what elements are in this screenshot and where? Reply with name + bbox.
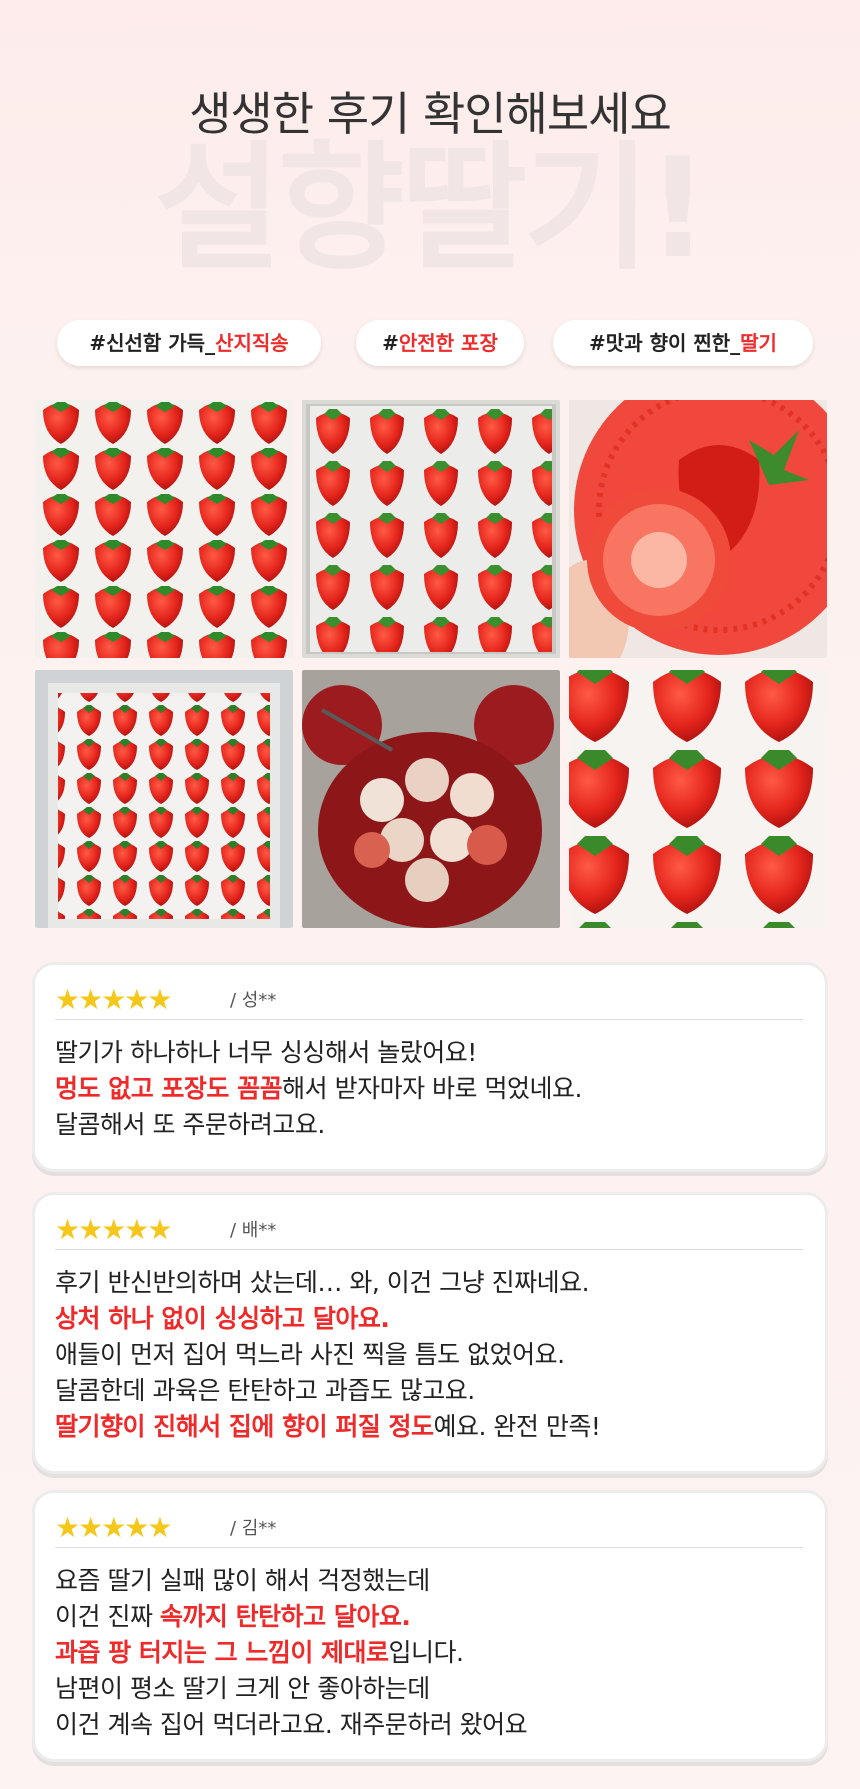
reviewer-name: / 배** bbox=[230, 1220, 277, 1241]
tag-fresh-direct: #신선함 가득_산지직송 bbox=[57, 320, 321, 366]
tag-prefix: #신선함 가득_ bbox=[89, 331, 216, 355]
tag-highlight: 안전한 포장 bbox=[398, 331, 498, 355]
tag-highlight: 딸기 bbox=[740, 331, 777, 355]
hashtag-row: #신선함 가득_산지직송 #안전한 포장 #맛과 향이 찐한_딸기 bbox=[0, 320, 860, 366]
review-line: 후기 반신반의하며 샀는데… 와, 이건 그냥 진짜네요. bbox=[55, 1268, 590, 1297]
review-line: 애들이 먼저 집어 먹느라 사진 찍을 틈도 없었어요. bbox=[55, 1340, 565, 1369]
review-line: 상처 하나 없이 싱싱하고 달아요. bbox=[55, 1304, 390, 1333]
tag-safe-packaging: #안전한 포장 bbox=[356, 320, 524, 366]
review-line: 달콤한데 과육은 탄탄하고 과즙도 많고요. bbox=[55, 1376, 475, 1405]
watermark-title: 설향딸기! bbox=[154, 128, 710, 289]
tag-prefix: #맛과 향이 찐한_ bbox=[589, 331, 741, 355]
review-header: ★★★★★ / 배** bbox=[55, 1215, 803, 1250]
strawberry-cut-in-basket-photo bbox=[569, 400, 827, 658]
review-card: ★★★★★ / 성** 딸기가 하나하나 너무 싱싱해서 놀랐어요! 멍도 없고… bbox=[32, 962, 828, 1172]
photo-grid bbox=[35, 400, 828, 928]
review-card: ★★★★★ / 김** 요즘 딸기 실패 많이 해서 걱정했는데 이건 진짜 속… bbox=[32, 1490, 828, 1762]
review-header: ★★★★★ / 성** bbox=[55, 985, 803, 1020]
strawberries-in-tray-photo bbox=[35, 400, 293, 658]
review-line: 딸기가 하나하나 너무 싱싱해서 놀랐어요! bbox=[55, 1038, 477, 1067]
review-header: ★★★★★ / 김** bbox=[55, 1513, 803, 1548]
star-rating-icon: ★★★★★ bbox=[55, 983, 173, 1016]
star-rating-icon: ★★★★★ bbox=[55, 1511, 173, 1544]
review-text: 딸기가 하나하나 너무 싱싱해서 놀랐어요! 멍도 없고 포장도 꼼꼼해서 받자… bbox=[55, 1035, 803, 1143]
strawberries-on-red-plate-photo bbox=[302, 670, 560, 928]
review-line: 달콤해서 또 주문하려고요. bbox=[55, 1110, 325, 1139]
review-line: 딸기향이 진해서 집에 향이 퍼질 정도예요. 완전 만족! bbox=[55, 1412, 601, 1441]
review-line: 멍도 없고 포장도 꼼꼼해서 받자마자 바로 먹었네요. bbox=[55, 1074, 582, 1103]
review-line: 남편이 평소 딸기 크게 안 좋아하는데 bbox=[55, 1674, 430, 1703]
review-text: 후기 반신반의하며 샀는데… 와, 이건 그냥 진짜네요. 상처 하나 없이 싱… bbox=[55, 1265, 803, 1445]
strawberries-packed-box-photo bbox=[35, 670, 293, 928]
review-line: 이건 진짜 속까지 탄탄하고 달아요. bbox=[55, 1602, 411, 1631]
tag-prefix: # bbox=[382, 331, 399, 355]
tag-rich-flavor: #맛과 향이 찐한_딸기 bbox=[553, 320, 813, 366]
strawberries-in-box-photo bbox=[302, 400, 560, 658]
strawberries-closeup-photo bbox=[569, 670, 827, 928]
review-text: 요즘 딸기 실패 많이 해서 걱정했는데 이건 진짜 속까지 탄탄하고 달아요.… bbox=[55, 1563, 803, 1743]
review-line: 이건 계속 집어 먹더라고요. 재주문하러 왔어요 bbox=[55, 1710, 528, 1739]
review-line: 과즙 팡 터지는 그 느낌이 제대로입니다. bbox=[55, 1638, 464, 1667]
page-headline: 생생한 후기 확인해보세요 bbox=[189, 87, 672, 141]
tag-highlight: 산지직송 bbox=[215, 331, 289, 355]
review-card: ★★★★★ / 배** 후기 반신반의하며 샀는데… 와, 이건 그냥 진짜네요… bbox=[32, 1192, 828, 1474]
review-line: 요즘 딸기 실패 많이 해서 걱정했는데 bbox=[55, 1566, 430, 1595]
reviewer-name: / 성** bbox=[230, 990, 277, 1011]
reviewer-name: / 김** bbox=[230, 1518, 277, 1539]
star-rating-icon: ★★★★★ bbox=[55, 1213, 173, 1246]
